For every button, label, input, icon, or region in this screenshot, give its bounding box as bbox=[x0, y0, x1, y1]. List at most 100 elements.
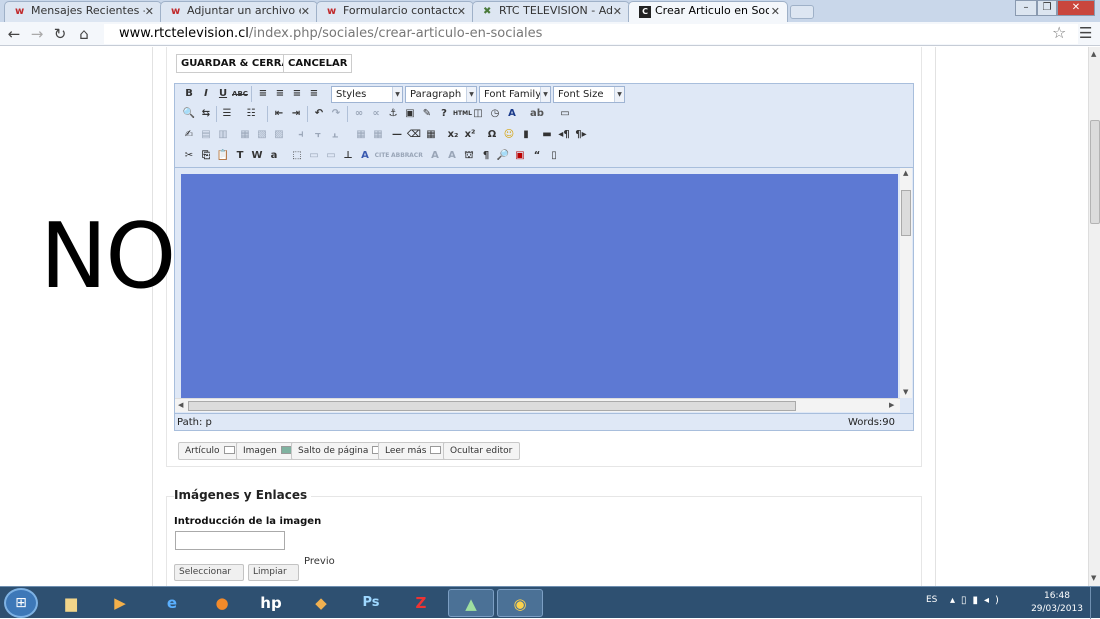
row-props-icon[interactable]: ▦ bbox=[353, 127, 369, 143]
editor-horizontal-scrollbar[interactable]: ◀ ▶ bbox=[175, 398, 900, 412]
tab-mensajes-recientes[interactable]: w Mensajes Recientes - Foro ✕ bbox=[4, 1, 162, 22]
deletion-icon[interactable]: A bbox=[427, 148, 443, 164]
align-left-icon[interactable]: ≡ bbox=[255, 86, 271, 102]
folder-app-icon[interactable]: ◆ bbox=[298, 589, 344, 617]
close-tab-icon[interactable]: ✕ bbox=[613, 5, 622, 18]
delete-col-icon[interactable]: ⫠ bbox=[327, 127, 343, 143]
move-forward-icon[interactable]: ▭ bbox=[323, 148, 339, 164]
hp-icon[interactable]: hp bbox=[248, 589, 294, 617]
paste-word-icon[interactable]: W bbox=[249, 148, 265, 164]
close-window-button[interactable]: ✕ bbox=[1057, 0, 1095, 16]
bold-icon[interactable]: B bbox=[181, 86, 197, 102]
delete-row-icon[interactable]: ▥ bbox=[215, 127, 231, 143]
italic-icon[interactable]: I bbox=[198, 86, 214, 102]
html-icon[interactable]: HTML bbox=[453, 106, 472, 122]
scroll-thumb[interactable] bbox=[1090, 120, 1100, 224]
redo-icon[interactable]: ↷ bbox=[328, 106, 344, 122]
font-family-select[interactable]: Font Family ▼ bbox=[479, 86, 551, 103]
scroll-thumb[interactable] bbox=[188, 401, 796, 411]
table-props-icon[interactable]: ▨ bbox=[271, 127, 287, 143]
reload-icon[interactable]: ↻ bbox=[50, 24, 70, 44]
align-center-icon[interactable]: ≡ bbox=[272, 86, 288, 102]
numbered-list-icon[interactable]: ☷ bbox=[243, 106, 259, 122]
read-more-button[interactable]: Leer más bbox=[378, 442, 449, 460]
text-color-icon[interactable]: A bbox=[504, 106, 520, 122]
styles-select[interactable]: Styles ▼ bbox=[331, 86, 403, 103]
dreamweaver-icon[interactable]: ▲ bbox=[448, 589, 494, 617]
editor-content-area[interactable] bbox=[181, 174, 898, 398]
acronym-icon[interactable]: ACR bbox=[408, 148, 424, 164]
fullscreen-icon[interactable]: ▭ bbox=[557, 106, 573, 122]
abbr-icon[interactable]: ABBR bbox=[391, 148, 409, 164]
tab-crear-articulo[interactable]: C Crear Articulo en Sociales ✕ bbox=[628, 1, 788, 22]
media-player-icon[interactable]: ▶ bbox=[97, 589, 143, 617]
forward-arrow-icon[interactable]: → bbox=[27, 24, 47, 44]
show-blocks-icon[interactable]: ¶ bbox=[478, 148, 494, 164]
page-break-button[interactable]: Salto de página bbox=[291, 442, 391, 460]
page-vertical-scrollbar[interactable]: ▲ ▼ bbox=[1088, 47, 1100, 586]
page-break-icon[interactable]: ▯ bbox=[546, 148, 562, 164]
visual-aid-icon[interactable]: ⬚ bbox=[289, 148, 305, 164]
maximize-window-button[interactable]: ❐ bbox=[1037, 0, 1057, 16]
special-char-icon[interactable]: Ω bbox=[484, 127, 500, 143]
internet-explorer-icon[interactable]: e bbox=[149, 589, 195, 617]
link-icon[interactable]: ∞ bbox=[351, 106, 367, 122]
attributes-icon[interactable]: ⛫ bbox=[461, 148, 477, 164]
absolute-icon[interactable]: ⊥ bbox=[340, 148, 356, 164]
editor-vertical-scrollbar[interactable]: ▲ ▼ bbox=[900, 168, 912, 398]
scroll-up-icon[interactable]: ▲ bbox=[1091, 50, 1096, 58]
insert-layer-icon[interactable]: ▭ bbox=[306, 148, 322, 164]
cite-icon[interactable]: CITE bbox=[374, 148, 390, 164]
insert-time-icon[interactable]: ◷ bbox=[487, 106, 503, 122]
font-size-select[interactable]: Font Size ▼ bbox=[553, 86, 625, 103]
scroll-down-icon[interactable]: ▼ bbox=[903, 388, 908, 396]
cleanup-icon[interactable]: ✎ bbox=[419, 106, 435, 122]
insert-row-icon[interactable]: ▤ bbox=[198, 127, 214, 143]
blockquote-icon[interactable]: “ bbox=[529, 148, 545, 164]
col-after-icon[interactable]: ⫟ bbox=[310, 127, 326, 143]
outdent-icon[interactable]: ⇤ bbox=[271, 106, 287, 122]
anchor-icon[interactable]: ⚓ bbox=[385, 106, 401, 122]
scroll-up-icon[interactable]: ▲ bbox=[903, 169, 908, 177]
browser-menu-icon[interactable]: ☰ bbox=[1079, 24, 1092, 42]
filezilla-icon[interactable]: Z bbox=[398, 589, 444, 617]
close-tab-icon[interactable]: ✕ bbox=[771, 5, 780, 18]
cancel-button[interactable]: CANCELAR bbox=[283, 54, 353, 73]
minimize-window-button[interactable]: – bbox=[1015, 0, 1037, 16]
superscript-icon[interactable]: x² bbox=[462, 127, 478, 143]
close-tab-icon[interactable]: ✕ bbox=[145, 5, 154, 18]
unlink-icon[interactable]: ∝ bbox=[368, 106, 384, 122]
clear-image-button[interactable]: Limpiar bbox=[248, 564, 299, 581]
language-indicator[interactable]: ES bbox=[926, 595, 937, 605]
cut-icon[interactable]: ✂ bbox=[181, 148, 197, 164]
split-cells-icon[interactable]: ▧ bbox=[254, 127, 270, 143]
insert-date-icon[interactable]: ◫ bbox=[470, 106, 486, 122]
col-before-icon[interactable]: ⫞ bbox=[293, 127, 309, 143]
edit-css-icon[interactable]: ✍ bbox=[181, 127, 197, 143]
undo-icon[interactable]: ↶ bbox=[311, 106, 327, 122]
paragraph-select[interactable]: Paragraph ▼ bbox=[405, 86, 477, 103]
align-justify-icon[interactable]: ≡ bbox=[306, 86, 322, 102]
toggle-editor-button[interactable]: Ocultar editor bbox=[443, 442, 520, 460]
media-icon[interactable]: ▮ bbox=[518, 127, 534, 143]
ltr-icon[interactable]: ¶▸ bbox=[573, 127, 589, 143]
tab-formulario-contacto[interactable]: w Formularcio contacto: C3 ✕ bbox=[316, 1, 474, 22]
intro-image-input[interactable] bbox=[175, 531, 285, 550]
scroll-left-icon[interactable]: ◀ bbox=[178, 401, 183, 409]
find-icon[interactable]: 🔍 bbox=[181, 106, 197, 122]
help-icon[interactable]: ? bbox=[436, 106, 452, 122]
start-button[interactable]: ⊞ bbox=[4, 588, 38, 618]
strikethrough-icon[interactable]: ABC bbox=[232, 86, 248, 102]
chrome-icon[interactable]: ◉ bbox=[497, 589, 543, 617]
firefox-icon[interactable]: ● bbox=[199, 589, 245, 617]
emoticon-icon[interactable]: ☺ bbox=[501, 127, 517, 143]
photoshop-icon[interactable]: Ps bbox=[348, 589, 394, 617]
preview-icon[interactable]: 🔎 bbox=[495, 148, 511, 164]
tab-adjuntar-archivo[interactable]: w Adjuntar un archivo en el ✕ bbox=[160, 1, 318, 22]
image-button[interactable]: Imagen bbox=[236, 442, 299, 460]
copy-icon[interactable]: ⎘ bbox=[198, 148, 214, 164]
bookmark-star-icon[interactable]: ☆ bbox=[1052, 23, 1066, 42]
scroll-down-icon[interactable]: ▼ bbox=[1091, 574, 1096, 582]
new-tab-button[interactable] bbox=[790, 5, 814, 19]
home-icon[interactable]: ⌂ bbox=[74, 24, 94, 44]
